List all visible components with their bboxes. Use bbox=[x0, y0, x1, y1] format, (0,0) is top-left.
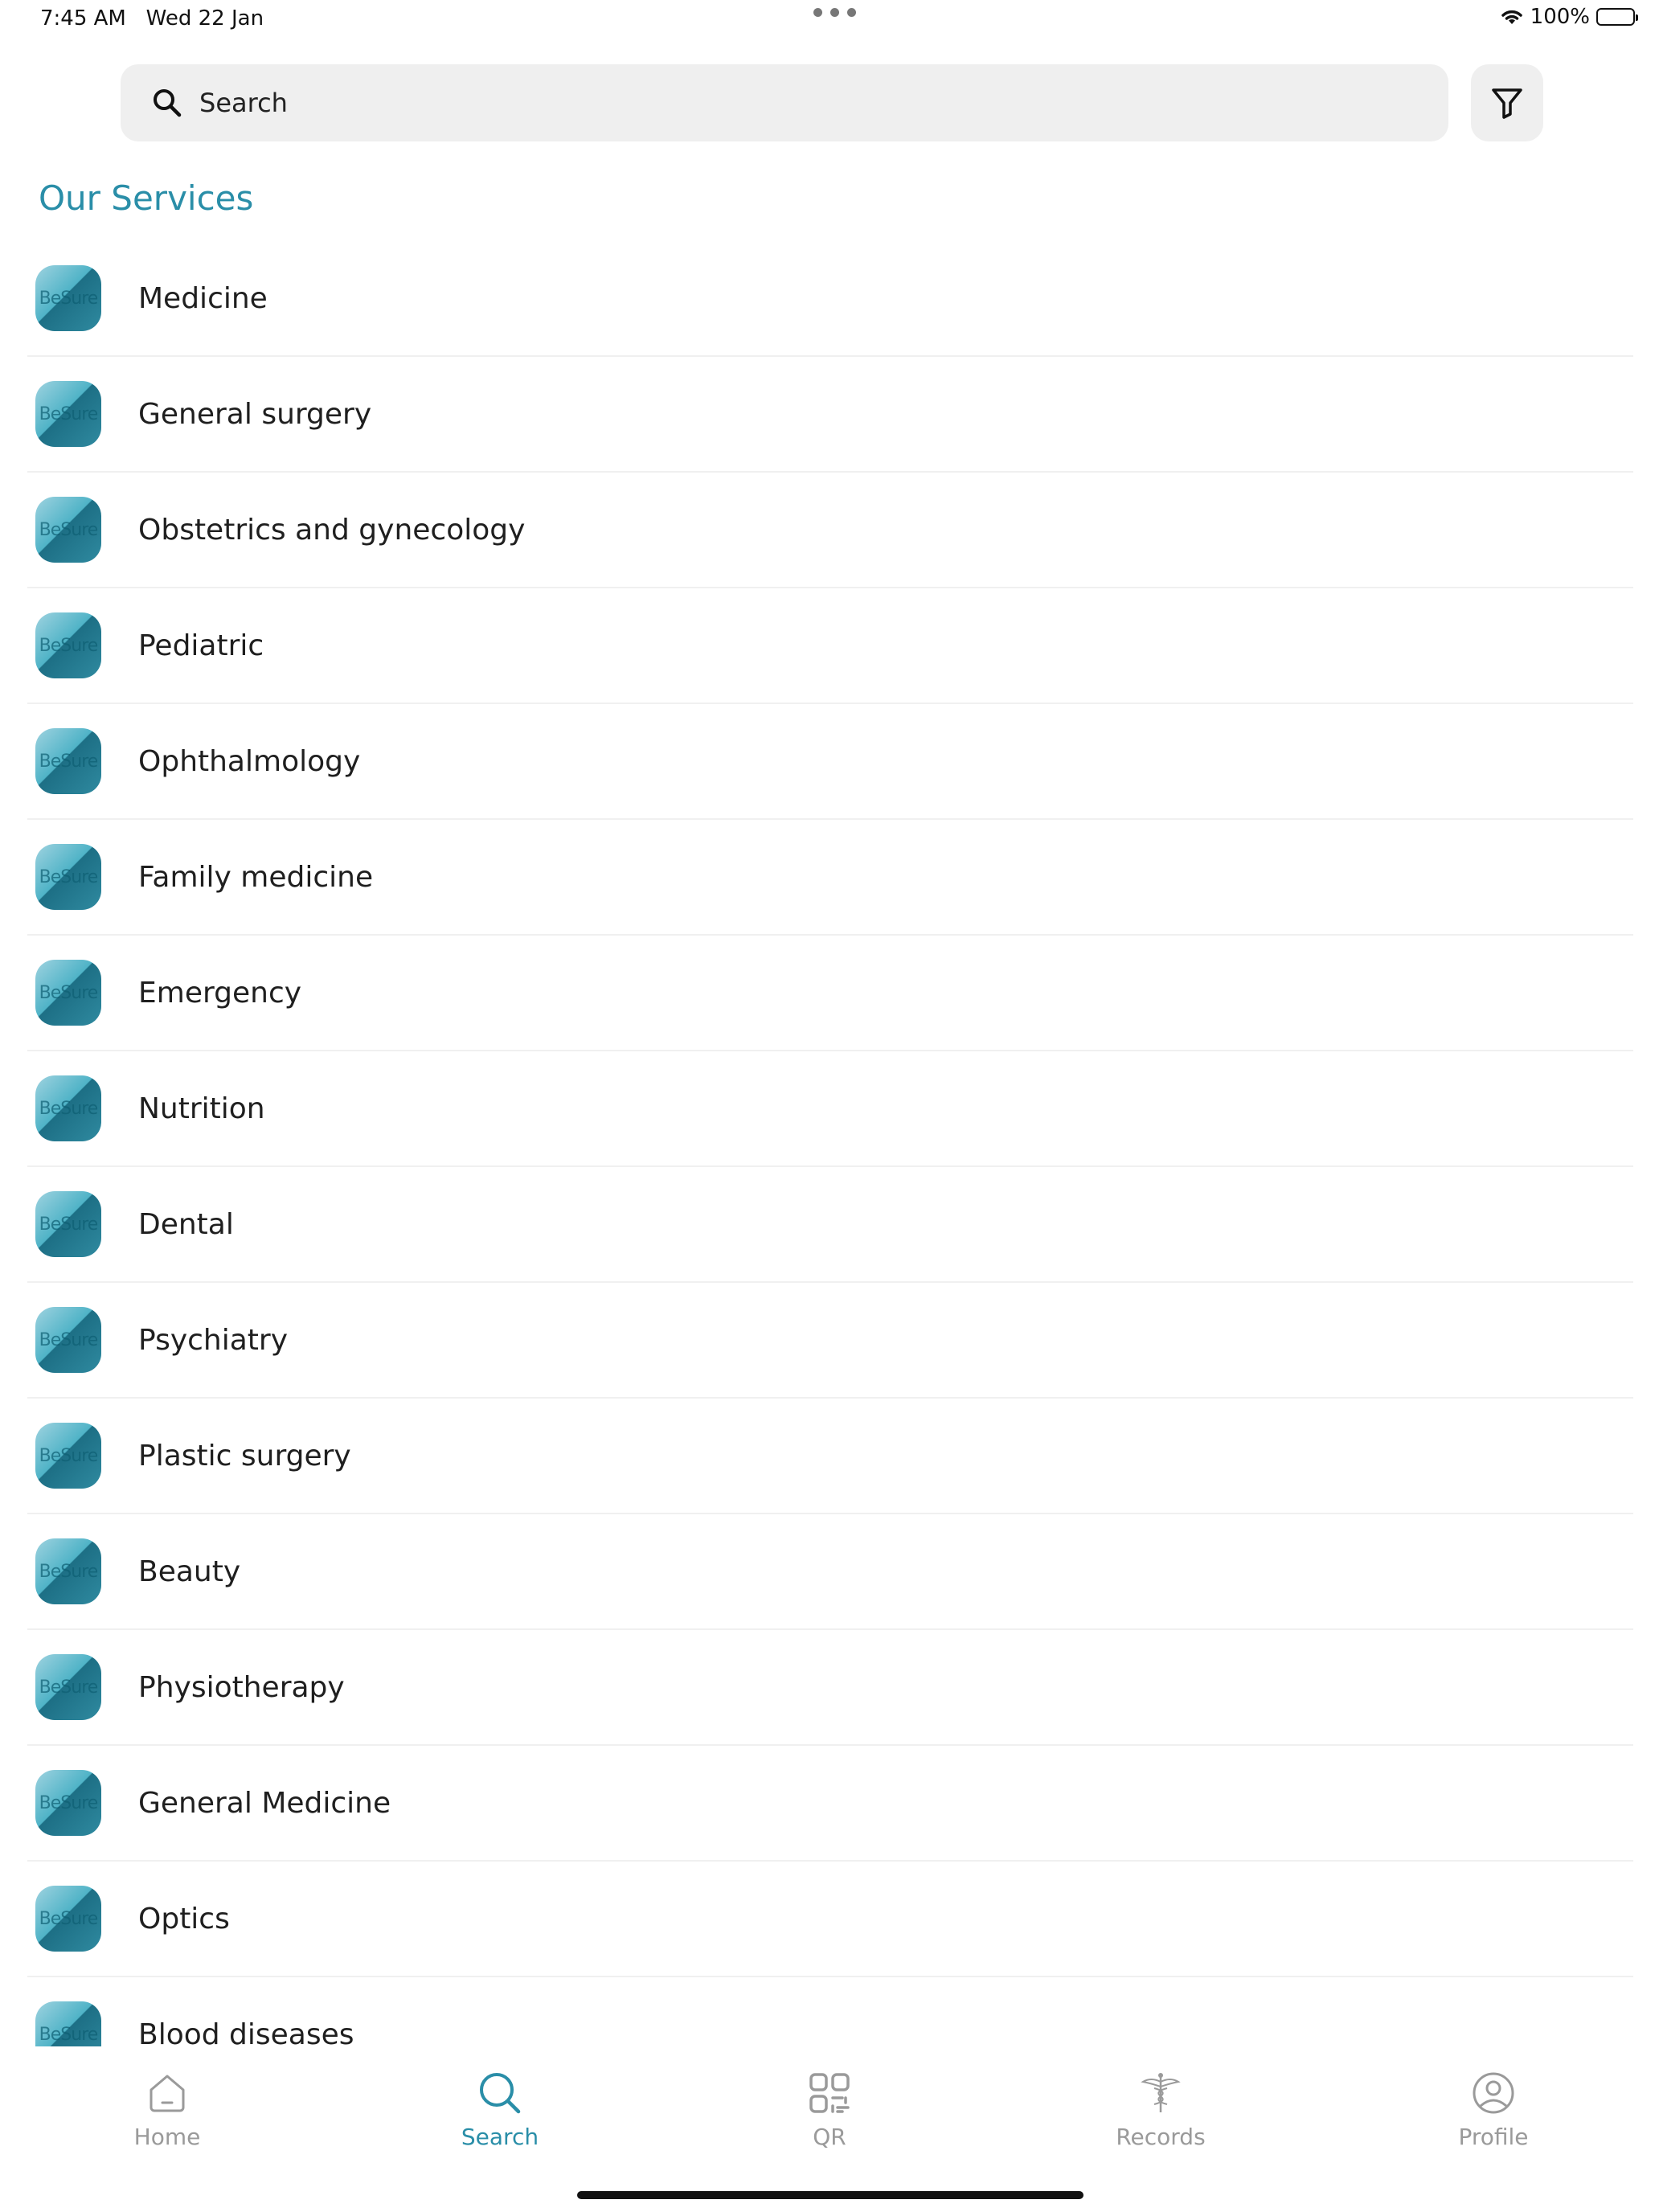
list-item[interactable]: BeSure Blood diseases bbox=[27, 1977, 1633, 2046]
besure-logo-icon: BeSure bbox=[35, 960, 101, 1026]
besure-logo-icon: BeSure bbox=[35, 728, 101, 794]
services-list[interactable]: BeSure Medicine BeSure General surgery BeSur… bbox=[27, 241, 1633, 2046]
status-indicators: 100% bbox=[1500, 5, 1638, 29]
besure-logo-icon: BeSure bbox=[35, 2001, 101, 2046]
service-label: Optics bbox=[138, 1902, 230, 1936]
search-input[interactable] bbox=[198, 87, 1407, 119]
besure-logo-icon: BeSure bbox=[35, 1886, 101, 1952]
list-item[interactable]: BeSure Dental bbox=[27, 1167, 1633, 1283]
service-label: Dental bbox=[138, 1207, 234, 1241]
wifi-icon bbox=[1500, 8, 1524, 26]
tab-label: Records bbox=[1116, 2124, 1206, 2150]
tab-label: Profile bbox=[1458, 2124, 1529, 2150]
tab-records[interactable]: Records bbox=[1064, 2046, 1257, 2159]
logo-text: BeSure bbox=[39, 635, 99, 656]
multitasking-dots[interactable] bbox=[813, 8, 856, 17]
besure-logo-icon: BeSure bbox=[35, 1075, 101, 1141]
caduceus-icon bbox=[1141, 2073, 1181, 2112]
list-item[interactable]: BeSure Pediatric bbox=[27, 588, 1633, 704]
besure-logo-icon: BeSure bbox=[35, 612, 101, 678]
besure-logo-icon: BeSure bbox=[35, 1423, 101, 1489]
service-label: Ophthalmology bbox=[138, 744, 361, 778]
besure-logo-icon: BeSure bbox=[35, 497, 101, 563]
tab-qr[interactable]: QR bbox=[733, 2046, 926, 2159]
logo-text: BeSure bbox=[39, 1677, 99, 1698]
list-item[interactable]: BeSure Emergency bbox=[27, 936, 1633, 1051]
list-item[interactable]: BeSure Optics bbox=[27, 1862, 1633, 1977]
service-label: Obstetrics and gynecology bbox=[138, 513, 526, 547]
logo-text: BeSure bbox=[39, 519, 99, 540]
tab-bar: Home Search QR Records Profile bbox=[0, 2046, 1659, 2175]
service-label: General Medicine bbox=[138, 1786, 391, 1820]
service-label: Psychiatry bbox=[138, 1323, 289, 1357]
list-item[interactable]: BeSure Nutrition bbox=[27, 1051, 1633, 1167]
list-item[interactable]: BeSure Ophthalmology bbox=[27, 704, 1633, 820]
list-item[interactable]: BeSure Family medicine bbox=[27, 820, 1633, 936]
list-item[interactable]: BeSure Psychiatry bbox=[27, 1283, 1633, 1399]
logo-text: BeSure bbox=[39, 1329, 99, 1350]
logo-text: BeSure bbox=[39, 866, 99, 887]
profile-icon bbox=[1473, 2072, 1514, 2114]
filter-button[interactable] bbox=[1471, 64, 1543, 141]
service-label: Blood diseases bbox=[138, 2017, 354, 2047]
service-label: Pediatric bbox=[138, 629, 264, 662]
tab-label: QR bbox=[813, 2124, 846, 2150]
logo-text: BeSure bbox=[39, 982, 99, 1003]
logo-text: BeSure bbox=[39, 751, 99, 772]
logo-text: BeSure bbox=[39, 2024, 99, 2045]
list-item[interactable]: BeSure Medicine bbox=[27, 241, 1633, 357]
home-icon bbox=[150, 2075, 185, 2112]
logo-text: BeSure bbox=[39, 288, 99, 309]
list-item[interactable]: BeSure Obstetrics and gynecology bbox=[27, 473, 1633, 588]
besure-logo-icon: BeSure bbox=[35, 1538, 101, 1604]
battery-icon bbox=[1596, 8, 1638, 26]
logo-text: BeSure bbox=[39, 1098, 99, 1119]
tab-label: Search bbox=[461, 2124, 539, 2150]
logo-text: BeSure bbox=[39, 1214, 99, 1235]
service-label: Emergency bbox=[138, 976, 302, 1010]
logo-text: BeSure bbox=[39, 1445, 99, 1466]
list-item[interactable]: BeSure Plastic surgery bbox=[27, 1399, 1633, 1514]
status-bar: 7:45 AM Wed 22 Jan 100% bbox=[0, 0, 1659, 39]
tab-profile[interactable]: Profile bbox=[1397, 2046, 1590, 2159]
clock-date: Wed 22 Jan bbox=[145, 6, 264, 31]
search-icon bbox=[154, 89, 182, 117]
tab-search[interactable]: Search bbox=[403, 2046, 596, 2159]
list-item[interactable]: BeSure General surgery bbox=[27, 357, 1633, 473]
logo-text: BeSure bbox=[39, 1908, 99, 1929]
status-time: 7:45 AM Wed 22 Jan bbox=[40, 6, 264, 31]
besure-logo-icon: BeSure bbox=[35, 844, 101, 910]
logo-text: BeSure bbox=[39, 403, 99, 424]
logo-text: BeSure bbox=[39, 1792, 99, 1813]
service-label: Family medicine bbox=[138, 860, 374, 894]
besure-logo-icon: BeSure bbox=[35, 1654, 101, 1720]
besure-logo-icon: BeSure bbox=[35, 265, 101, 331]
besure-logo-icon: BeSure bbox=[35, 381, 101, 447]
service-label: Medicine bbox=[138, 281, 268, 315]
besure-logo-icon: BeSure bbox=[35, 1770, 101, 1836]
list-item[interactable]: BeSure General Medicine bbox=[27, 1746, 1633, 1862]
search-bar[interactable] bbox=[121, 64, 1448, 141]
list-item[interactable]: BeSure Physiotherapy bbox=[27, 1630, 1633, 1746]
service-label: Physiotherapy bbox=[138, 1670, 345, 1704]
qr-icon bbox=[809, 2073, 850, 2113]
logo-text: BeSure bbox=[39, 1561, 99, 1582]
clock-time: 7:45 AM bbox=[40, 6, 126, 31]
tab-home[interactable]: Home bbox=[71, 2046, 264, 2159]
filter-icon bbox=[1492, 88, 1522, 119]
search-icon bbox=[480, 2073, 521, 2114]
battery-percent: 100% bbox=[1530, 5, 1590, 29]
home-indicator[interactable] bbox=[577, 2191, 1083, 2199]
service-label: Beauty bbox=[138, 1555, 241, 1588]
tab-label: Home bbox=[133, 2124, 201, 2150]
section-title: Our Services bbox=[39, 178, 254, 218]
list-item[interactable]: BeSure Beauty bbox=[27, 1514, 1633, 1630]
besure-logo-icon: BeSure bbox=[35, 1307, 101, 1373]
service-label: Nutrition bbox=[138, 1092, 265, 1125]
service-label: General surgery bbox=[138, 397, 372, 431]
service-label: Plastic surgery bbox=[138, 1439, 351, 1473]
besure-logo-icon: BeSure bbox=[35, 1191, 101, 1257]
